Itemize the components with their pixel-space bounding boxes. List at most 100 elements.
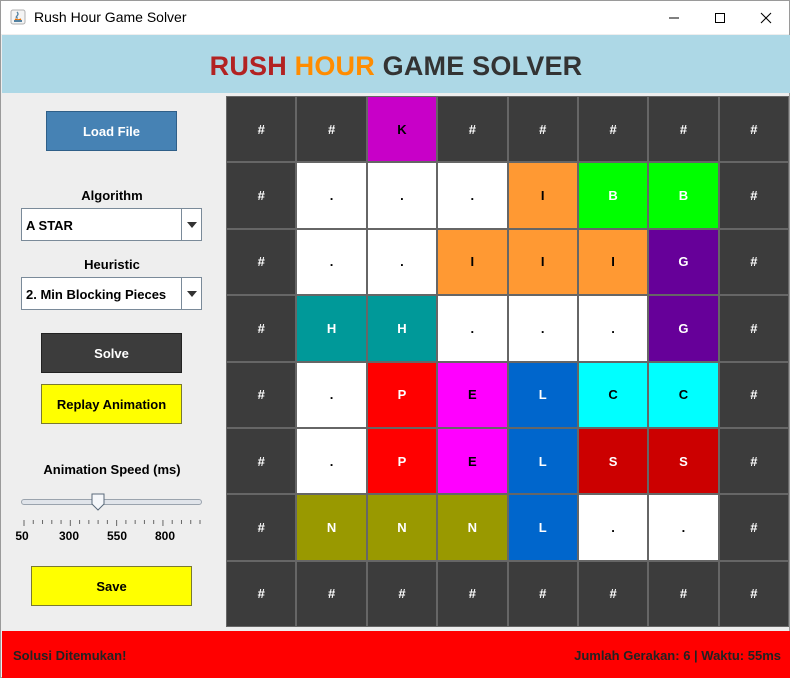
- board-cell: .: [296, 427, 367, 495]
- heuristic-label: Heuristic: [84, 257, 140, 272]
- board-cell: P: [366, 427, 438, 495]
- board-cell: B: [648, 162, 719, 229]
- board-cell: #: [577, 560, 649, 627]
- board-cell: H: [296, 295, 367, 362]
- board-cell: G: [648, 228, 719, 296]
- board-cell: E: [437, 361, 508, 428]
- board-cell: K: [366, 96, 438, 163]
- app-window: Rush Hour Game Solver RUSH HOUR GAME SOL…: [0, 0, 790, 678]
- board-cell: .: [577, 295, 649, 362]
- board-cell: #: [437, 96, 508, 163]
- board-cell: #: [226, 228, 297, 296]
- board-cell: .: [437, 295, 508, 362]
- app-heading: RUSH HOUR GAME SOLVER: [2, 51, 790, 82]
- board-cell: #: [296, 96, 367, 163]
- board-cell: P: [366, 361, 438, 428]
- board-cell: .: [296, 162, 367, 229]
- board-cell: I: [507, 228, 578, 296]
- board-cell: #: [648, 560, 719, 627]
- minimize-button[interactable]: [651, 1, 697, 34]
- speed-slider-ticks: [22, 515, 202, 526]
- load-file-button[interactable]: Load File: [46, 111, 177, 151]
- board-cell: #: [226, 96, 297, 163]
- algorithm-select[interactable]: A STAR: [21, 208, 202, 241]
- board-cell: G: [648, 295, 719, 362]
- board-cell: #: [718, 295, 789, 362]
- board-cell: .: [437, 162, 508, 229]
- board-cell: #: [718, 494, 789, 561]
- status-stats: Jumlah Gerakan: 6 | Waktu: 55ms: [574, 648, 781, 663]
- slider-tick-label: 300: [58, 529, 80, 543]
- board-cell: #: [226, 494, 297, 561]
- board-cell: I: [507, 162, 578, 229]
- window-title: Rush Hour Game Solver: [34, 9, 187, 25]
- heuristic-select[interactable]: 2. Min Blocking Pieces: [21, 277, 202, 310]
- heading-game-solver: GAME SOLVER: [382, 51, 583, 81]
- board-cell: #: [718, 427, 789, 495]
- board-cell: I: [577, 228, 649, 296]
- board-cell: #: [577, 96, 649, 163]
- board-cell: .: [296, 228, 367, 296]
- header-banner: RUSH HOUR GAME SOLVER: [2, 35, 790, 93]
- maximize-button[interactable]: [697, 1, 743, 34]
- board-cell: #: [507, 96, 578, 163]
- speed-slider-track[interactable]: [21, 499, 202, 505]
- board-cell: .: [648, 494, 719, 561]
- board-cell: L: [507, 427, 578, 495]
- board-cell: #: [226, 162, 297, 229]
- board-cell: #: [718, 560, 789, 627]
- speed-slider-thumb[interactable]: [91, 493, 105, 511]
- animation-speed-label: Animation Speed (ms): [43, 462, 181, 477]
- board-cell: .: [507, 295, 578, 362]
- board-cell: #: [718, 228, 789, 296]
- board-cell: #: [718, 96, 789, 163]
- board-cell: S: [577, 427, 649, 495]
- save-button[interactable]: Save: [31, 566, 192, 606]
- heuristic-selected-value: 2. Min Blocking Pieces: [26, 287, 167, 302]
- status-bar: Solusi Ditemukan! Jumlah Gerakan: 6 | Wa…: [2, 631, 790, 678]
- board-cell: #: [718, 162, 789, 229]
- algorithm-label: Algorithm: [81, 188, 143, 203]
- chevron-down-icon[interactable]: [181, 278, 201, 309]
- close-button[interactable]: [743, 1, 789, 34]
- board-cell: N: [366, 494, 438, 561]
- slider-tick-label: 50: [15, 529, 29, 543]
- board-cell: H: [366, 295, 438, 362]
- board-cell: .: [366, 162, 438, 229]
- board-cell: #: [226, 560, 297, 627]
- java-app-icon: [10, 9, 26, 25]
- heading-rush: RUSH: [209, 51, 287, 81]
- board-cell: S: [648, 427, 719, 495]
- board-cell: I: [437, 228, 508, 296]
- board-cell: .: [366, 228, 438, 296]
- solve-button[interactable]: Solve: [41, 333, 182, 373]
- board-cell: #: [366, 560, 438, 627]
- board-cell: #: [226, 361, 297, 428]
- status-message: Solusi Ditemukan!: [13, 648, 127, 663]
- board-cell: #: [226, 427, 297, 495]
- board-cell: #: [718, 361, 789, 428]
- slider-tick-label: 550: [106, 529, 128, 543]
- board-cell: B: [577, 162, 649, 229]
- board-cell: .: [577, 494, 649, 561]
- board-cell: #: [437, 560, 508, 627]
- board-cell: N: [296, 494, 367, 561]
- board-cell: #: [507, 560, 578, 627]
- chevron-down-icon[interactable]: [181, 209, 201, 240]
- game-board: # # K # # # # # #... I B B # #.. I I I G # # H H... G # #. P E L C C #…: [226, 96, 789, 627]
- replay-animation-button[interactable]: Replay Animation: [41, 384, 182, 424]
- board-cell: #: [648, 96, 719, 163]
- board-cell: #: [296, 560, 367, 627]
- board-cell: .: [296, 361, 367, 428]
- heading-hour: HOUR: [294, 51, 375, 81]
- title-bar: Rush Hour Game Solver: [1, 1, 789, 34]
- board-cell: E: [437, 427, 508, 495]
- algorithm-selected-value: A STAR: [26, 218, 73, 233]
- board-cell: #: [226, 295, 297, 362]
- board-cell: L: [507, 361, 578, 428]
- slider-tick-label: 800: [154, 529, 176, 543]
- board-cell: C: [577, 361, 649, 428]
- board-cell: C: [648, 361, 719, 428]
- board-cell: L: [507, 494, 578, 561]
- board-cell: N: [437, 494, 508, 561]
